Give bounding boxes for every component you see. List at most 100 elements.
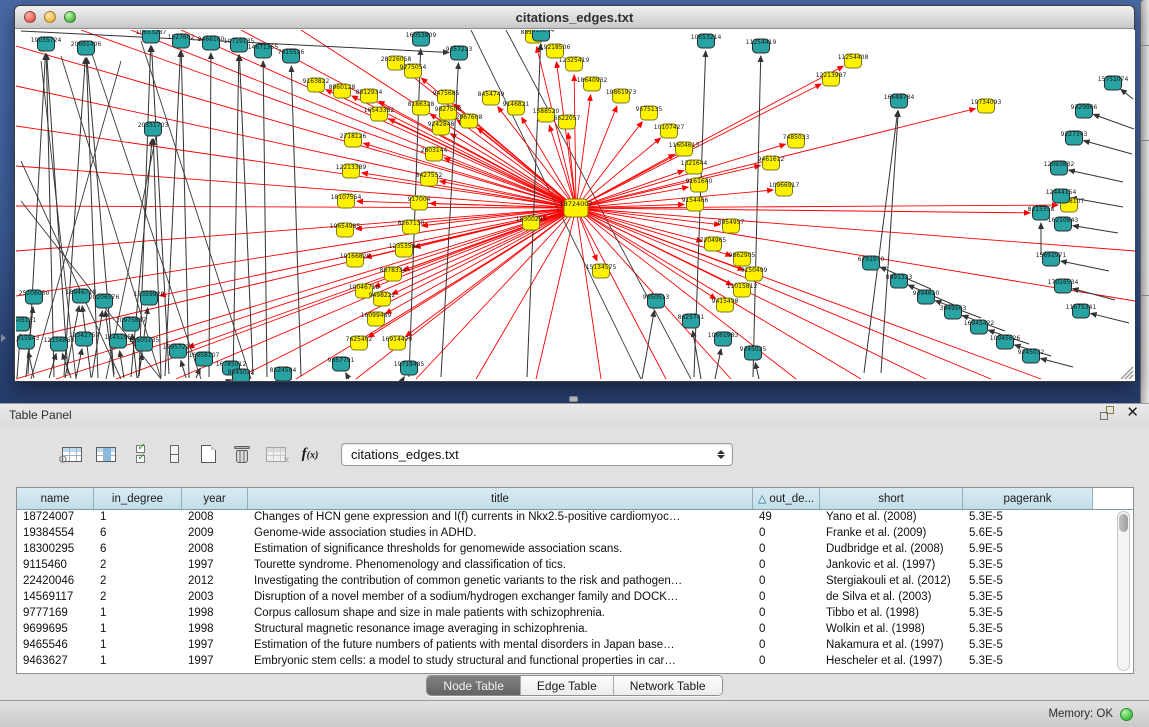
cell-out_de[interactable]: 0 [753, 606, 820, 622]
cell-year[interactable]: 1997 [182, 558, 248, 574]
graph-node-2718126[interactable]: 2718126 [340, 133, 367, 147]
graph-node-12156863[interactable]: 12156863 [44, 337, 75, 351]
cell-year[interactable]: 2009 [182, 526, 248, 542]
graph-node-18640932[interactable]: 18640932 [577, 77, 608, 91]
graph-node-16053809[interactable]: 16053809 [406, 32, 437, 46]
graph-node-917004[interactable]: 917004 [408, 196, 431, 210]
cell-name[interactable]: 9777169 [17, 606, 94, 622]
graph-node-9163822[interactable]: 9163822 [303, 78, 330, 92]
cell-short[interactable]: Dudbridge et al. (2008) [820, 542, 963, 558]
graph-node-11675341[interactable]: 11675341 [1066, 304, 1097, 318]
cell-short[interactable]: Wolkin et al. (1998) [820, 622, 963, 638]
graph-node-9862905[interactable]: 9862905 [729, 252, 756, 266]
cell-pagerank[interactable]: 5.3E-5 [963, 606, 1093, 622]
tab-node-table[interactable]: Node Table [427, 676, 521, 695]
graph-node-8625741[interactable]: 8625741 [678, 314, 705, 328]
graph-node-16945422[interactable]: 16945422 [964, 320, 995, 334]
column-header-pagerank[interactable]: pagerank [963, 488, 1093, 509]
cell-in_degree[interactable]: 2 [94, 558, 182, 574]
column-header-in_degree[interactable]: in_degree [94, 488, 182, 509]
table-settings-icon[interactable]: ⚙ [55, 439, 89, 469]
cell-out_de[interactable]: 0 [753, 542, 820, 558]
graph-node-10661983[interactable]: 10661983 [708, 332, 739, 346]
cell-short[interactable]: Hescheler et al. (1997) [820, 654, 963, 670]
cell-short[interactable]: Franke et al. (2009) [820, 526, 963, 542]
cell-short[interactable]: Jankovic et al. (1997) [820, 558, 963, 574]
cell-in_degree[interactable]: 1 [94, 622, 182, 638]
table-row[interactable]: 1830029562008Estimation of significance … [17, 542, 1133, 558]
cell-pagerank[interactable]: 5.3E-5 [963, 590, 1093, 606]
cell-name[interactable]: 18300295 [17, 542, 94, 558]
cell-name[interactable]: 9699695 [17, 622, 94, 638]
column-header-year[interactable]: year [182, 488, 248, 509]
graph-node-9329966[interactable]: 9329966 [1071, 104, 1098, 118]
cell-out_de[interactable]: 0 [753, 558, 820, 574]
cell-in_degree[interactable]: 6 [94, 526, 182, 542]
cell-out_de[interactable]: 0 [753, 526, 820, 542]
tab-network-table[interactable]: Network Table [614, 676, 722, 695]
table-row[interactable]: 911546021997Tourette syndrome. Phenomeno… [17, 558, 1133, 574]
window-titlebar[interactable]: citations_edges.txt [15, 6, 1134, 29]
cell-in_degree[interactable]: 1 [94, 638, 182, 654]
graph-node-8991323[interactable]: 8991323 [886, 274, 913, 288]
cell-title[interactable]: Disruption of a novel member of a sodium… [248, 590, 753, 606]
left-panel-handle-icon[interactable] [1, 334, 6, 342]
graph-node-7204965[interactable]: 7204965 [700, 237, 727, 251]
graph-node-3949563[interactable]: 3949563 [940, 305, 967, 319]
cell-year[interactable]: 1998 [182, 622, 248, 638]
memory-ok-indicator[interactable] [1120, 708, 1133, 721]
cell-year[interactable]: 2008 [182, 510, 248, 526]
cell-title[interactable]: Estimation of the future numbers of pati… [248, 638, 753, 654]
cell-name[interactable]: 9115460 [17, 558, 94, 574]
graph-node-19718485[interactable]: 19718485 [394, 361, 425, 375]
background-window-edge[interactable] [1140, 0, 1149, 403]
graph-node-19035724[interactable]: 19035724 [31, 37, 62, 51]
function-builder-icon[interactable]: f(x) [293, 439, 327, 469]
column-header-out_de[interactable]: △out_de... [753, 488, 820, 509]
graph-node-12093832[interactable]: 12093832 [1044, 161, 1075, 175]
graph-node-13505131[interactable]: 13505131 [16, 317, 36, 331]
table-row[interactable]: 1938455462009Genome-wide association stu… [17, 526, 1133, 542]
column-header-short[interactable]: short [820, 488, 963, 509]
graph-node-20331703[interactable]: 20331703 [138, 122, 169, 136]
cell-name[interactable]: 18724007 [17, 510, 94, 526]
graph-node-1321644[interactable]: 1321644 [681, 160, 708, 174]
cell-short[interactable]: Stergiakouli et al. (2012) [820, 574, 963, 590]
graph-node-9657791[interactable]: 9657791 [328, 357, 355, 371]
cell-year[interactable]: 1997 [182, 638, 248, 654]
cell-pagerank[interactable]: 5.3E-5 [963, 622, 1093, 638]
graph-node-1588520[interactable]: 1588520 [533, 108, 560, 122]
graph-node-8267130[interactable]: 8267130 [398, 220, 425, 234]
cell-out_de[interactable]: 0 [753, 622, 820, 638]
cell-title[interactable]: Genome-wide association studies in ADHD. [248, 526, 753, 542]
panel-divider-handle[interactable] [569, 396, 578, 402]
graph-node-18724007[interactable]: 18724007 [559, 199, 592, 217]
cell-short[interactable]: de Silva et al. (2003) [820, 590, 963, 606]
cell-title[interactable]: Structural magnetic resonance image aver… [248, 622, 753, 638]
cell-name[interactable]: 9465546 [17, 638, 94, 654]
cell-title[interactable]: Changes of HCN gene expression and I(f) … [248, 510, 753, 526]
graph-node-20206576[interactable]: 20206576 [89, 294, 120, 308]
cell-year[interactable]: 1997 [182, 654, 248, 670]
table-row[interactable]: 2242004622012Investigating the contribut… [17, 574, 1133, 590]
graph-node-16958107[interactable]: 16958107 [189, 352, 220, 366]
graph-node-8960128[interactable]: 8960128 [329, 84, 356, 98]
graph-node-8912934[interactable]: 8912934 [356, 89, 383, 103]
column-header-name[interactable]: name [17, 488, 94, 509]
graph-node-11254408[interactable]: 11254408 [838, 54, 869, 68]
table-row[interactable]: 946554611997Estimation of the future num… [17, 638, 1133, 654]
graph-node-9461612[interactable]: 9461612 [758, 156, 785, 170]
graph-node-10719135[interactable]: 10719135 [224, 38, 255, 52]
graph-node-15692971[interactable]: 15692971 [1036, 252, 1067, 266]
cell-out_de[interactable]: 0 [753, 574, 820, 590]
close-panel-icon[interactable]: ✕ [1126, 406, 1139, 420]
graph-node-9575135[interactable]: 9575135 [636, 106, 663, 120]
select-all-columns-icon[interactable] [123, 439, 157, 469]
cell-title[interactable]: Corpus callosum shape and size in male p… [248, 606, 753, 622]
table-row[interactable]: 969969511998Structural magnetic resonanc… [17, 622, 1133, 638]
graph-node-15751074[interactable]: 15751074 [1098, 76, 1129, 90]
cell-year[interactable]: 1998 [182, 606, 248, 622]
graph-node-11254419[interactable]: 11254419 [746, 39, 777, 53]
graph-node-9227343[interactable]: 9227343 [1061, 131, 1088, 145]
graph-node-8215358[interactable]: 8215358 [1028, 206, 1055, 220]
